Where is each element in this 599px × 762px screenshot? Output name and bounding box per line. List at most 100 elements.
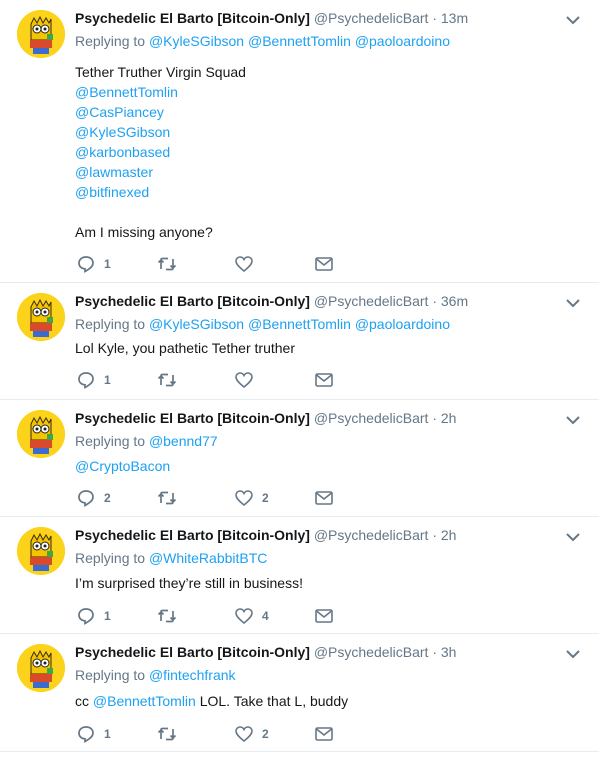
- reply-count: 1: [104, 727, 111, 741]
- envelope-icon: [315, 257, 333, 271]
- replying-label: Replying to: [75, 433, 146, 449]
- timestamp[interactable]: 13m: [441, 10, 468, 26]
- chevron-down-icon[interactable]: [566, 298, 580, 308]
- separator: ·: [432, 10, 437, 26]
- tweet-text: cc @BennettTomlin LOL. Take that L, budd…: [75, 691, 348, 711]
- retweet-icon: [157, 727, 177, 741]
- reply-button[interactable]: 1: [77, 370, 111, 390]
- text-segment: LOL. Take that L, buddy: [195, 693, 349, 709]
- bart-avatar-icon: [17, 293, 65, 341]
- heart-icon: [235, 726, 253, 742]
- reply-count: 2: [104, 491, 111, 505]
- reply-count: 1: [104, 609, 111, 623]
- mention-link[interactable]: @paoloardoino: [355, 316, 450, 332]
- direct-message-button[interactable]: [315, 254, 333, 274]
- author-name[interactable]: Psychedelic El Barto [Bitcoin-Only]: [75, 644, 310, 660]
- mention-link[interactable]: @BennettTomlin: [75, 82, 246, 102]
- tweet[interactable]: Psychedelic El Barto [Bitcoin-Only] @Psy…: [0, 283, 599, 400]
- like-button[interactable]: 2: [235, 488, 269, 508]
- heart-icon: [235, 256, 253, 272]
- replying-to: Replying to @fintechfrank: [75, 665, 236, 685]
- avatar[interactable]: [17, 527, 65, 575]
- tweet-text: Lol Kyle, you pathetic Tether truther: [75, 338, 295, 358]
- like-button[interactable]: 4: [235, 606, 269, 626]
- text-line: I’m surprised they’re still in business!: [75, 575, 303, 591]
- reply-button[interactable]: 1: [77, 254, 111, 274]
- author-name[interactable]: Psychedelic El Barto [Bitcoin-Only]: [75, 410, 310, 426]
- retweet-button[interactable]: [157, 370, 186, 390]
- mention-link[interactable]: @WhiteRabbitBTC: [149, 550, 267, 566]
- heart-icon: [235, 372, 253, 388]
- reply-button[interactable]: 1: [77, 724, 111, 744]
- mention-link[interactable]: @lawmaster: [75, 162, 246, 182]
- like-count: 4: [262, 609, 269, 623]
- mention-link[interactable]: @CasPiancey: [75, 102, 246, 122]
- tweet-text: I’m surprised they’re still in business!: [75, 573, 303, 593]
- chevron-down-icon[interactable]: [566, 532, 580, 542]
- chevron-down-icon[interactable]: [566, 415, 580, 425]
- chevron-down-icon[interactable]: [566, 15, 580, 25]
- reply-button[interactable]: 1: [77, 606, 111, 626]
- text-line: Lol Kyle, you pathetic Tether truther: [75, 340, 295, 356]
- author-handle[interactable]: @PsychedelicBart: [314, 10, 429, 26]
- mention-link[interactable]: @bitfinexed: [75, 182, 246, 202]
- mention-link[interactable]: @CryptoBacon: [75, 456, 170, 476]
- text-line: [75, 202, 246, 222]
- mention-link[interactable]: @KyleSGibson: [75, 122, 246, 142]
- avatar[interactable]: [17, 10, 65, 58]
- tweet[interactable]: Psychedelic El Barto [Bitcoin-Only] @Psy…: [0, 517, 599, 634]
- timestamp[interactable]: 2h: [441, 410, 457, 426]
- mention-link[interactable]: @fintechfrank: [149, 667, 236, 683]
- mention-link[interactable]: @bennd77: [149, 433, 218, 449]
- author-name[interactable]: Psychedelic El Barto [Bitcoin-Only]: [75, 527, 310, 543]
- like-button[interactable]: [235, 254, 262, 274]
- timestamp[interactable]: 36m: [441, 293, 468, 309]
- mention-link[interactable]: @paoloardoino: [355, 33, 450, 49]
- like-button[interactable]: 2: [235, 724, 269, 744]
- replying-label: Replying to: [75, 550, 146, 566]
- mention-link[interactable]: @karbonbased: [75, 142, 246, 162]
- reply-count: 1: [104, 373, 111, 387]
- mention-link[interactable]: @BennettTomlin: [93, 693, 196, 709]
- timestamp[interactable]: 2h: [441, 527, 457, 543]
- reply-icon: [78, 726, 94, 743]
- replying-to: Replying to @WhiteRabbitBTC: [75, 548, 267, 568]
- tweet[interactable]: Psychedelic El Barto [Bitcoin-Only] @Psy…: [0, 634, 599, 752]
- tweet[interactable]: Psychedelic El Barto [Bitcoin-Only] @Psy…: [0, 400, 599, 517]
- retweet-icon: [157, 257, 177, 271]
- avatar[interactable]: [17, 293, 65, 341]
- tweet[interactable]: Psychedelic El Barto [Bitcoin-Only] @Psy…: [0, 0, 599, 283]
- retweet-button[interactable]: [157, 606, 186, 626]
- envelope-icon: [315, 491, 333, 505]
- retweet-button[interactable]: [157, 254, 186, 274]
- author-handle[interactable]: @PsychedelicBart: [314, 527, 429, 543]
- author-handle[interactable]: @PsychedelicBart: [314, 644, 429, 660]
- timestamp[interactable]: 3h: [441, 644, 457, 660]
- like-button[interactable]: [235, 370, 262, 390]
- mention-link[interactable]: @BennettTomlin: [248, 316, 351, 332]
- direct-message-button[interactable]: [315, 488, 333, 508]
- mention-link[interactable]: @KyleSGibson: [149, 316, 244, 332]
- tweet-text: @CryptoBacon: [75, 456, 170, 476]
- direct-message-button[interactable]: [315, 370, 333, 390]
- direct-message-button[interactable]: [315, 724, 333, 744]
- author-handle[interactable]: @PsychedelicBart: [314, 293, 429, 309]
- avatar[interactable]: [17, 410, 65, 458]
- reply-icon: [78, 490, 94, 507]
- reply-button[interactable]: 2: [77, 488, 111, 508]
- mention-link[interactable]: @KyleSGibson: [149, 33, 244, 49]
- reply-icon: [78, 608, 94, 625]
- mention-link[interactable]: @BennettTomlin: [248, 33, 351, 49]
- avatar[interactable]: [17, 644, 65, 692]
- replying-to: Replying to @KyleSGibson @BennettTomlin …: [75, 314, 450, 334]
- retweet-button[interactable]: [157, 488, 186, 508]
- author-name[interactable]: Psychedelic El Barto [Bitcoin-Only]: [75, 10, 310, 26]
- author-name[interactable]: Psychedelic El Barto [Bitcoin-Only]: [75, 293, 310, 309]
- chevron-down-icon[interactable]: [566, 649, 580, 659]
- retweet-button[interactable]: [157, 724, 186, 744]
- bart-avatar-icon: [17, 527, 65, 575]
- reply-count: 1: [104, 257, 111, 271]
- author-handle[interactable]: @PsychedelicBart: [314, 410, 429, 426]
- direct-message-button[interactable]: [315, 606, 333, 626]
- bart-avatar-icon: [17, 10, 65, 58]
